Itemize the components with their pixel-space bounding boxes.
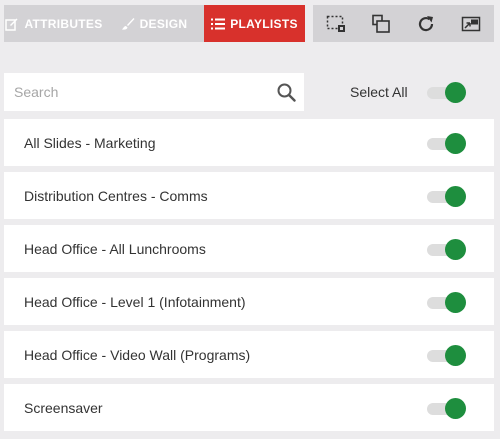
search-box (4, 73, 304, 111)
toggle-knob (445, 82, 466, 103)
brush-icon (121, 17, 135, 31)
tab-attributes-label: ATTRIBUTES (24, 16, 103, 31)
tab-bar: ATTRIBUTES DESIGN PLAYLISTS (4, 5, 305, 42)
refresh-button[interactable] (403, 5, 448, 42)
playlist-label: Head Office - Level 1 (Infotainment) (24, 293, 246, 310)
list-item[interactable]: Head Office - Level 1 (Infotainment) (4, 278, 494, 325)
toggle-knob (445, 239, 466, 260)
list-item[interactable]: Distribution Centres - Comms (4, 172, 494, 219)
search-icon[interactable] (277, 83, 296, 107)
edit-icon (5, 17, 19, 31)
playlist-panel: ATTRIBUTES DESIGN PLAYLISTS Search Selec… (0, 0, 500, 439)
tab-attributes[interactable]: ATTRIBUTES (4, 5, 104, 42)
tab-design[interactable]: DESIGN (104, 5, 204, 42)
select-all: Select All (350, 80, 408, 104)
playlist-label: Distribution Centres - Comms (24, 187, 208, 204)
screen-mirror-button[interactable] (448, 5, 493, 42)
toggle-knob (445, 186, 466, 207)
toggle-knob (445, 133, 466, 154)
copy-button[interactable] (358, 5, 403, 42)
screen-mirror-icon (461, 16, 481, 32)
toolbar (313, 5, 494, 42)
select-region-icon (326, 15, 346, 33)
select-region-button[interactable] (313, 5, 358, 42)
playlist-toggle[interactable] (427, 345, 467, 366)
playlist-toggle[interactable] (427, 292, 467, 313)
toggle-knob (445, 345, 466, 366)
tab-design-label: DESIGN (139, 16, 188, 31)
playlist-list: All Slides - Marketing Distribution Cent… (4, 119, 494, 437)
tab-playlists-label: PLAYLISTS (230, 16, 298, 31)
list-icon (211, 18, 226, 30)
playlist-toggle[interactable] (427, 186, 467, 207)
list-item[interactable]: All Slides - Marketing (4, 119, 494, 166)
playlist-label: Head Office - All Lunchrooms (24, 240, 206, 257)
list-item[interactable]: Head Office - All Lunchrooms (4, 225, 494, 272)
playlist-label: Head Office - Video Wall (Programs) (24, 346, 251, 363)
copy-icon (371, 14, 391, 34)
toggle-knob (445, 398, 466, 419)
playlist-toggle[interactable] (427, 398, 467, 419)
select-all-toggle[interactable] (427, 82, 467, 103)
select-all-label: Select All (350, 84, 408, 100)
list-item[interactable]: Screensaver (4, 384, 494, 431)
search-input[interactable] (4, 73, 259, 111)
playlist-label: All Slides - Marketing (24, 134, 156, 151)
tab-playlists[interactable]: PLAYLISTS (204, 5, 305, 42)
toggle-knob (445, 292, 466, 313)
playlist-toggle[interactable] (427, 239, 467, 260)
playlist-label: Screensaver (24, 399, 103, 416)
refresh-icon (416, 14, 436, 34)
playlist-toggle[interactable] (427, 133, 467, 154)
list-item[interactable]: Head Office - Video Wall (Programs) (4, 331, 494, 378)
